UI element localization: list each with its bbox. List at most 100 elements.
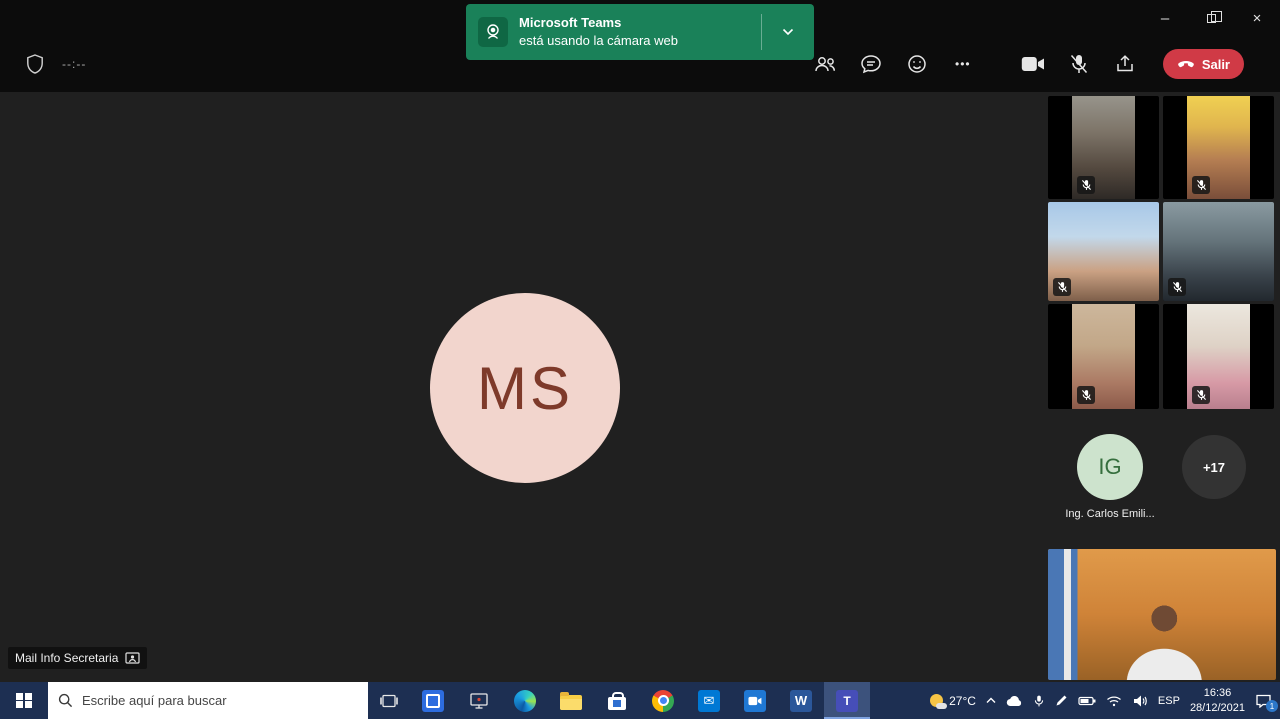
app-connect-display[interactable] [456,682,502,719]
leave-label: Salir [1202,57,1230,72]
teams-meeting-window: Microsoft Teams – × Microsoft Teams está… [0,0,1280,719]
window-controls: – × [1142,0,1280,36]
participant-initials: IG [1098,454,1121,480]
battery-icon [1078,696,1096,706]
network-tray-icon[interactable] [1106,695,1122,707]
chrome-icon [652,690,674,712]
share-upload-icon [1115,54,1135,74]
shield-icon [26,54,44,74]
action-center-button[interactable]: 1 [1255,693,1272,708]
search-icon [58,693,73,708]
chevron-up-icon [986,697,996,704]
date-label: 28/12/2021 [1190,701,1245,715]
screen-share-icon [125,652,140,664]
main-participant-avatar[interactable]: MS [430,293,620,483]
teams-letter: T [843,694,850,708]
weather-widget[interactable]: 27°C [930,694,976,708]
chat-button[interactable] [859,52,883,76]
pen-tray-icon[interactable] [1055,694,1068,707]
volume-tray-icon[interactable] [1132,694,1148,708]
camera-toggle-button[interactable] [1021,52,1045,76]
participant-video [1187,304,1249,409]
chevron-down-icon [782,28,794,36]
envelope-glyph: ✉ [704,693,715,709]
participant-tile[interactable] [1163,304,1274,409]
search-input[interactable] [82,693,358,708]
spotlight-participant-tile[interactable] [1048,549,1276,680]
close-icon: × [1253,10,1262,27]
start-button[interactable] [0,682,48,719]
mic-muted-icon [1196,179,1207,191]
share-toast[interactable]: Mail Info Secretaria [8,647,147,669]
toolbar-left: --:-- [26,54,86,74]
app-camera[interactable] [732,682,778,719]
participant-tile[interactable] [1163,96,1274,199]
leave-meeting-button[interactable]: Salir [1163,49,1244,79]
minimize-button[interactable]: – [1142,0,1188,36]
participant-tile[interactable] [1163,202,1274,301]
file-explorer-icon [560,695,582,710]
store-icon [608,697,626,710]
clock[interactable]: 16:36 28/12/2021 [1190,686,1245,715]
app-file-explorer[interactable] [548,682,594,719]
participant-tile[interactable] [1048,202,1159,301]
mic-muted-badge [1168,278,1186,296]
windows-taskbar: ✉ W T 27°C [0,682,1280,719]
camera-icon [1021,56,1045,72]
mic-muted-icon [1069,53,1089,75]
tray-expand-button[interactable] [986,697,996,704]
mic-muted-badge [1077,386,1095,404]
app-teams-active[interactable]: T [824,682,870,719]
overflow-participants-badge[interactable]: +17 [1182,435,1246,499]
banner-message: está usando la cámara web [519,32,678,50]
overflow-count: +17 [1203,460,1225,475]
blue-app-icon [422,690,444,712]
mic-muted-badge [1053,278,1071,296]
share-button[interactable] [1113,52,1137,76]
teams-icon: T [836,690,858,712]
close-button[interactable]: × [1234,0,1280,36]
notification-count-badge: 1 [1266,700,1278,712]
camera-usage-banner[interactable]: Microsoft Teams está usando la cámara we… [466,4,814,60]
app-blue-utility[interactable] [410,682,456,719]
more-options-button[interactable]: ••• [951,52,975,76]
mic-muted-badge [1192,176,1210,194]
app-chrome[interactable] [640,682,686,719]
chat-icon [860,54,882,74]
language-label: ESP [1158,695,1180,707]
app-word[interactable]: W [778,682,824,719]
restore-button[interactable] [1188,0,1234,36]
reactions-button[interactable] [905,52,929,76]
display-app-icon [469,692,489,710]
mic-muted-badge [1077,176,1095,194]
onedrive-tray-icon[interactable] [1006,695,1023,707]
system-tray: 27°C ESP [930,682,1280,719]
restore-icon [1207,14,1216,23]
cloud-icon [1006,695,1023,707]
mic-tray-icon[interactable] [1033,694,1045,708]
app-mail[interactable]: ✉ [686,682,732,719]
language-indicator[interactable]: ESP [1158,695,1180,707]
microphone-icon [1033,694,1045,708]
temperature-label: 27°C [949,694,976,708]
mic-muted-icon [1057,281,1068,293]
participants-button[interactable] [813,52,837,76]
share-toast-label: Mail Info Secretaria [15,651,118,665]
taskbar-search[interactable] [48,682,368,719]
mic-toggle-button[interactable] [1067,52,1091,76]
app-microsoft-store[interactable] [594,682,640,719]
participant-video [1072,96,1134,199]
participant-video [1048,202,1159,301]
participant-tile[interactable] [1048,304,1159,409]
battery-tray-icon[interactable] [1078,696,1096,706]
banner-expand-button[interactable] [762,4,814,60]
app-edge[interactable] [502,682,548,719]
participant-avatar[interactable]: IG [1077,434,1143,500]
main-participant-initials: MS [477,354,573,423]
participant-video [1187,96,1249,199]
participant-tile[interactable] [1048,96,1159,199]
mic-muted-icon [1196,389,1207,401]
task-view-button[interactable] [368,682,410,719]
banner-text: Microsoft Teams está usando la cámara we… [519,14,678,49]
windows-logo-icon [16,693,32,709]
